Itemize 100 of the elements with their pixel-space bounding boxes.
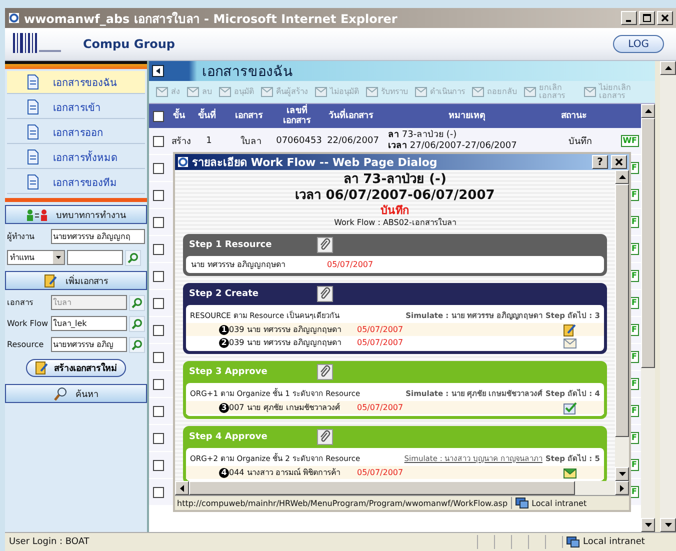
select-all-checkbox[interactable] <box>153 110 164 122</box>
leave-period: เวลา 06/07/2007-06/07/2007 <box>294 188 496 204</box>
network-icon <box>566 536 580 548</box>
row-checkbox[interactable] <box>153 406 164 416</box>
maximize-icon <box>643 14 651 22</box>
close-button[interactable] <box>611 155 627 169</box>
column-header: หมายเหตุ <box>448 111 486 121</box>
row-checkbox[interactable] <box>153 486 164 498</box>
arrow-right-icon <box>620 484 624 492</box>
envelope-icon <box>314 85 328 99</box>
row-checkbox[interactable] <box>153 190 164 200</box>
document-edit-icon[interactable] <box>563 322 577 336</box>
leave-heading: ลา 73-ลาป่วย (-) <box>342 172 448 188</box>
envelope-icon[interactable] <box>563 466 577 480</box>
create-document-button[interactable]: สร้างเอกสารใหม่ <box>26 359 126 377</box>
envelope-icon <box>365 85 379 99</box>
mode-dropdown[interactable]: ทำแทน <box>7 250 65 265</box>
collapse-icon[interactable] <box>152 65 164 77</box>
worker-field[interactable]: นายทศวรรษ อภิญญกฤ <box>51 229 145 244</box>
search-button[interactable] <box>129 316 145 332</box>
arrow-down-icon <box>644 523 652 527</box>
arrow-down-icon <box>618 472 626 476</box>
scrollbar[interactable] <box>175 481 629 495</box>
network-icon <box>514 497 529 509</box>
assignee-name: 039 นาย ทศวรรษ อภิญญกฤษดา <box>229 337 342 349</box>
row-checkbox[interactable] <box>153 244 164 254</box>
sidebar-item[interactable]: เอกสารทั้งหมด <box>7 146 145 169</box>
step-title: Step 3 Approve <box>188 367 268 377</box>
field-label: ผู้ทำงาน <box>7 231 36 243</box>
envelope-icon <box>218 85 232 99</box>
scrollbar[interactable] <box>641 104 655 532</box>
close-button[interactable] <box>657 11 673 25</box>
maximize-button[interactable] <box>639 11 655 25</box>
security-zone: Local intranet <box>583 537 645 547</box>
scrollbar[interactable] <box>615 170 629 481</box>
table-cell: 07060453 <box>276 136 322 146</box>
browser-icon <box>8 12 20 24</box>
section-header[interactable]: ค้นหา <box>5 384 147 403</box>
search-button[interactable] <box>125 250 141 266</box>
sidebar-item[interactable]: เอกสารเข้า <box>7 96 145 119</box>
status-text: User Login : BOAT <box>8 537 90 547</box>
envelope-icon <box>186 85 200 99</box>
input-field[interactable]: ใบลา_lek <box>51 316 127 331</box>
envelope-icon[interactable] <box>563 336 577 350</box>
assignee-name: 007 นาย ศุภชัย เกษมชัชวาลวงศ์ <box>229 402 341 414</box>
help-button[interactable]: ? <box>592 155 608 169</box>
envelope-icon <box>414 85 428 99</box>
row-checkbox[interactable] <box>153 352 164 362</box>
search-icon <box>54 386 68 400</box>
row-checkbox[interactable] <box>153 270 164 282</box>
paperclip-icon[interactable] <box>317 364 333 380</box>
paperclip-icon[interactable] <box>317 429 333 445</box>
step-number: 2 <box>219 338 229 348</box>
step-title: Step 1 Resource <box>188 240 273 250</box>
workflow-badge[interactable]: WF <box>620 135 639 147</box>
column-header: สถานะ <box>560 111 588 121</box>
document-edit-icon <box>35 361 49 375</box>
row-checkbox[interactable] <box>153 216 164 228</box>
paperclip-icon[interactable] <box>317 286 333 302</box>
document-icon <box>25 149 41 165</box>
search-button[interactable] <box>129 336 145 352</box>
arrow-up-icon <box>618 175 626 179</box>
input-field[interactable]: นายทศวรรษ อภิญ <box>51 337 127 352</box>
envelope-icon <box>583 85 597 99</box>
scrollbar[interactable] <box>660 61 676 532</box>
company-name: Compu Group <box>83 37 176 51</box>
table-cell-text: 22/06/2007 <box>326 136 380 146</box>
envelope-icon <box>523 85 537 99</box>
section-header[interactable]: เพิ่มเอกสาร <box>5 271 147 290</box>
document-icon <box>25 174 41 190</box>
envelope-icon <box>471 85 485 99</box>
row-checkbox[interactable] <box>153 298 164 308</box>
sidebar-item[interactable]: เอกสารของฉัน <box>7 71 145 94</box>
envelope-icon <box>260 85 274 99</box>
row-checkbox[interactable] <box>153 136 164 146</box>
step-number: 4 <box>219 468 229 478</box>
row-checkbox[interactable] <box>153 432 164 444</box>
checkmark-icon[interactable] <box>563 400 577 414</box>
table-cell-text: ลา 73-ลาป่วย (-) เวลา 27/06/2007-27/06/2007 <box>387 130 518 152</box>
entry-date: 05/07/2007 <box>327 260 374 269</box>
search-button[interactable] <box>129 294 145 310</box>
close-icon <box>661 14 669 22</box>
row-checkbox[interactable] <box>153 378 164 390</box>
browser-icon <box>177 156 189 168</box>
row-checkbox[interactable] <box>153 324 164 336</box>
logout-button[interactable]: LOG <box>613 35 664 53</box>
row-checkbox[interactable] <box>153 162 164 174</box>
field-label: Work Flow <box>7 319 49 328</box>
section-header[interactable]: บทบาทการทำงาน <box>5 205 147 224</box>
arrow-up-icon <box>644 109 652 113</box>
sidebar-item[interactable]: เอกสารออก <box>7 121 145 144</box>
page-title: เอกสารของฉัน <box>202 63 293 82</box>
input-field[interactable] <box>67 250 123 265</box>
search-icon <box>131 338 143 350</box>
row-checkbox[interactable] <box>153 460 164 470</box>
security-zone: Local intranet <box>532 498 587 508</box>
paperclip-icon[interactable] <box>317 237 333 253</box>
document-icon <box>25 74 41 90</box>
minimize-button[interactable] <box>621 11 637 25</box>
sidebar-item[interactable]: เอกสารของทีม <box>7 171 145 194</box>
